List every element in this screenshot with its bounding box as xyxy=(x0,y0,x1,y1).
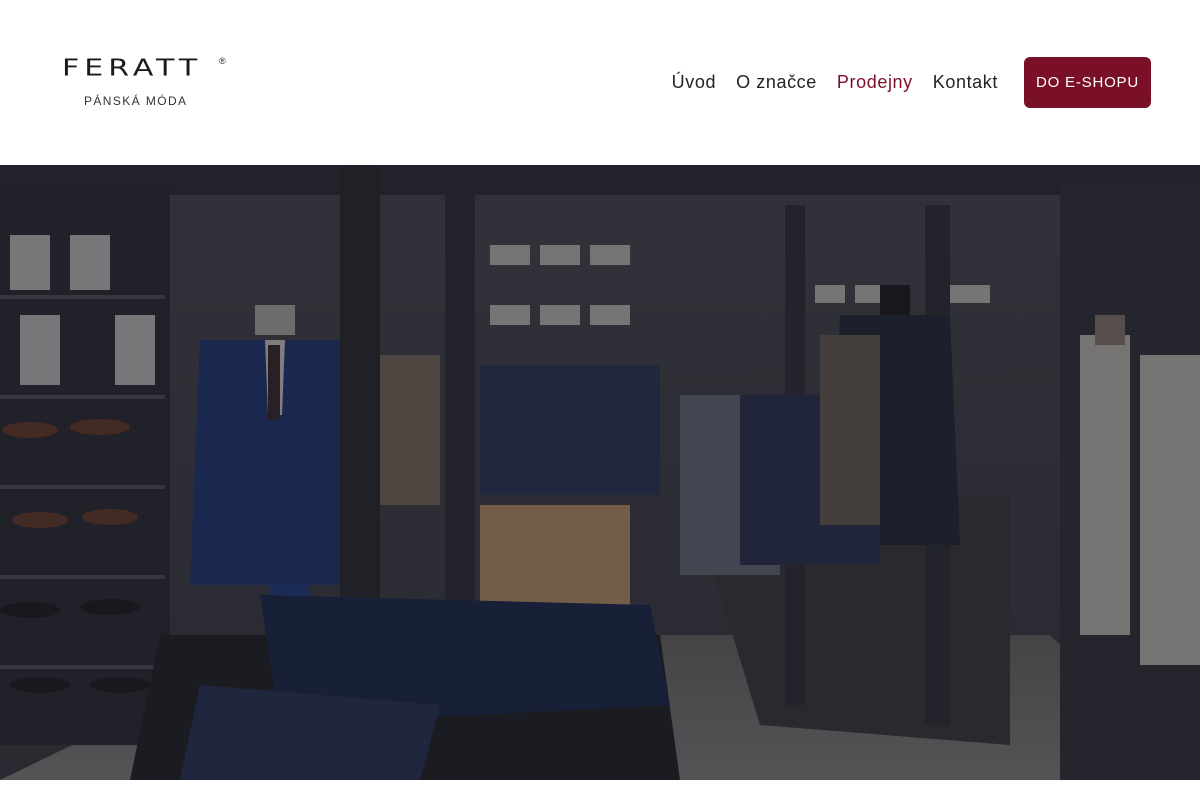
page-bottom-strip xyxy=(0,780,1200,800)
logo-tagline: PÁNSKÁ MÓDA xyxy=(84,94,188,108)
nav-item-o-znacce[interactable]: O značce xyxy=(736,72,817,93)
logo-wordmark: FERATT xyxy=(62,54,203,82)
nav-item-kontakt[interactable]: Kontakt xyxy=(933,72,998,93)
logo-registered-mark: ® xyxy=(219,56,226,66)
brand-logo[interactable]: FERATT ® PÁNSKÁ MÓDA xyxy=(62,56,230,110)
main-navigation: Úvod O značce Prodejny Kontakt DO E-SHOP… xyxy=(672,0,1200,165)
nav-item-prodejny[interactable]: Prodejny xyxy=(837,72,913,93)
hero-image xyxy=(0,165,1200,780)
hero-dark-overlay xyxy=(0,165,1200,780)
site-header: FERATT ® PÁNSKÁ MÓDA Úvod O značce Prode… xyxy=(0,0,1200,165)
eshop-button[interactable]: DO E-SHOPU xyxy=(1024,57,1151,108)
nav-item-uvod[interactable]: Úvod xyxy=(672,72,716,93)
